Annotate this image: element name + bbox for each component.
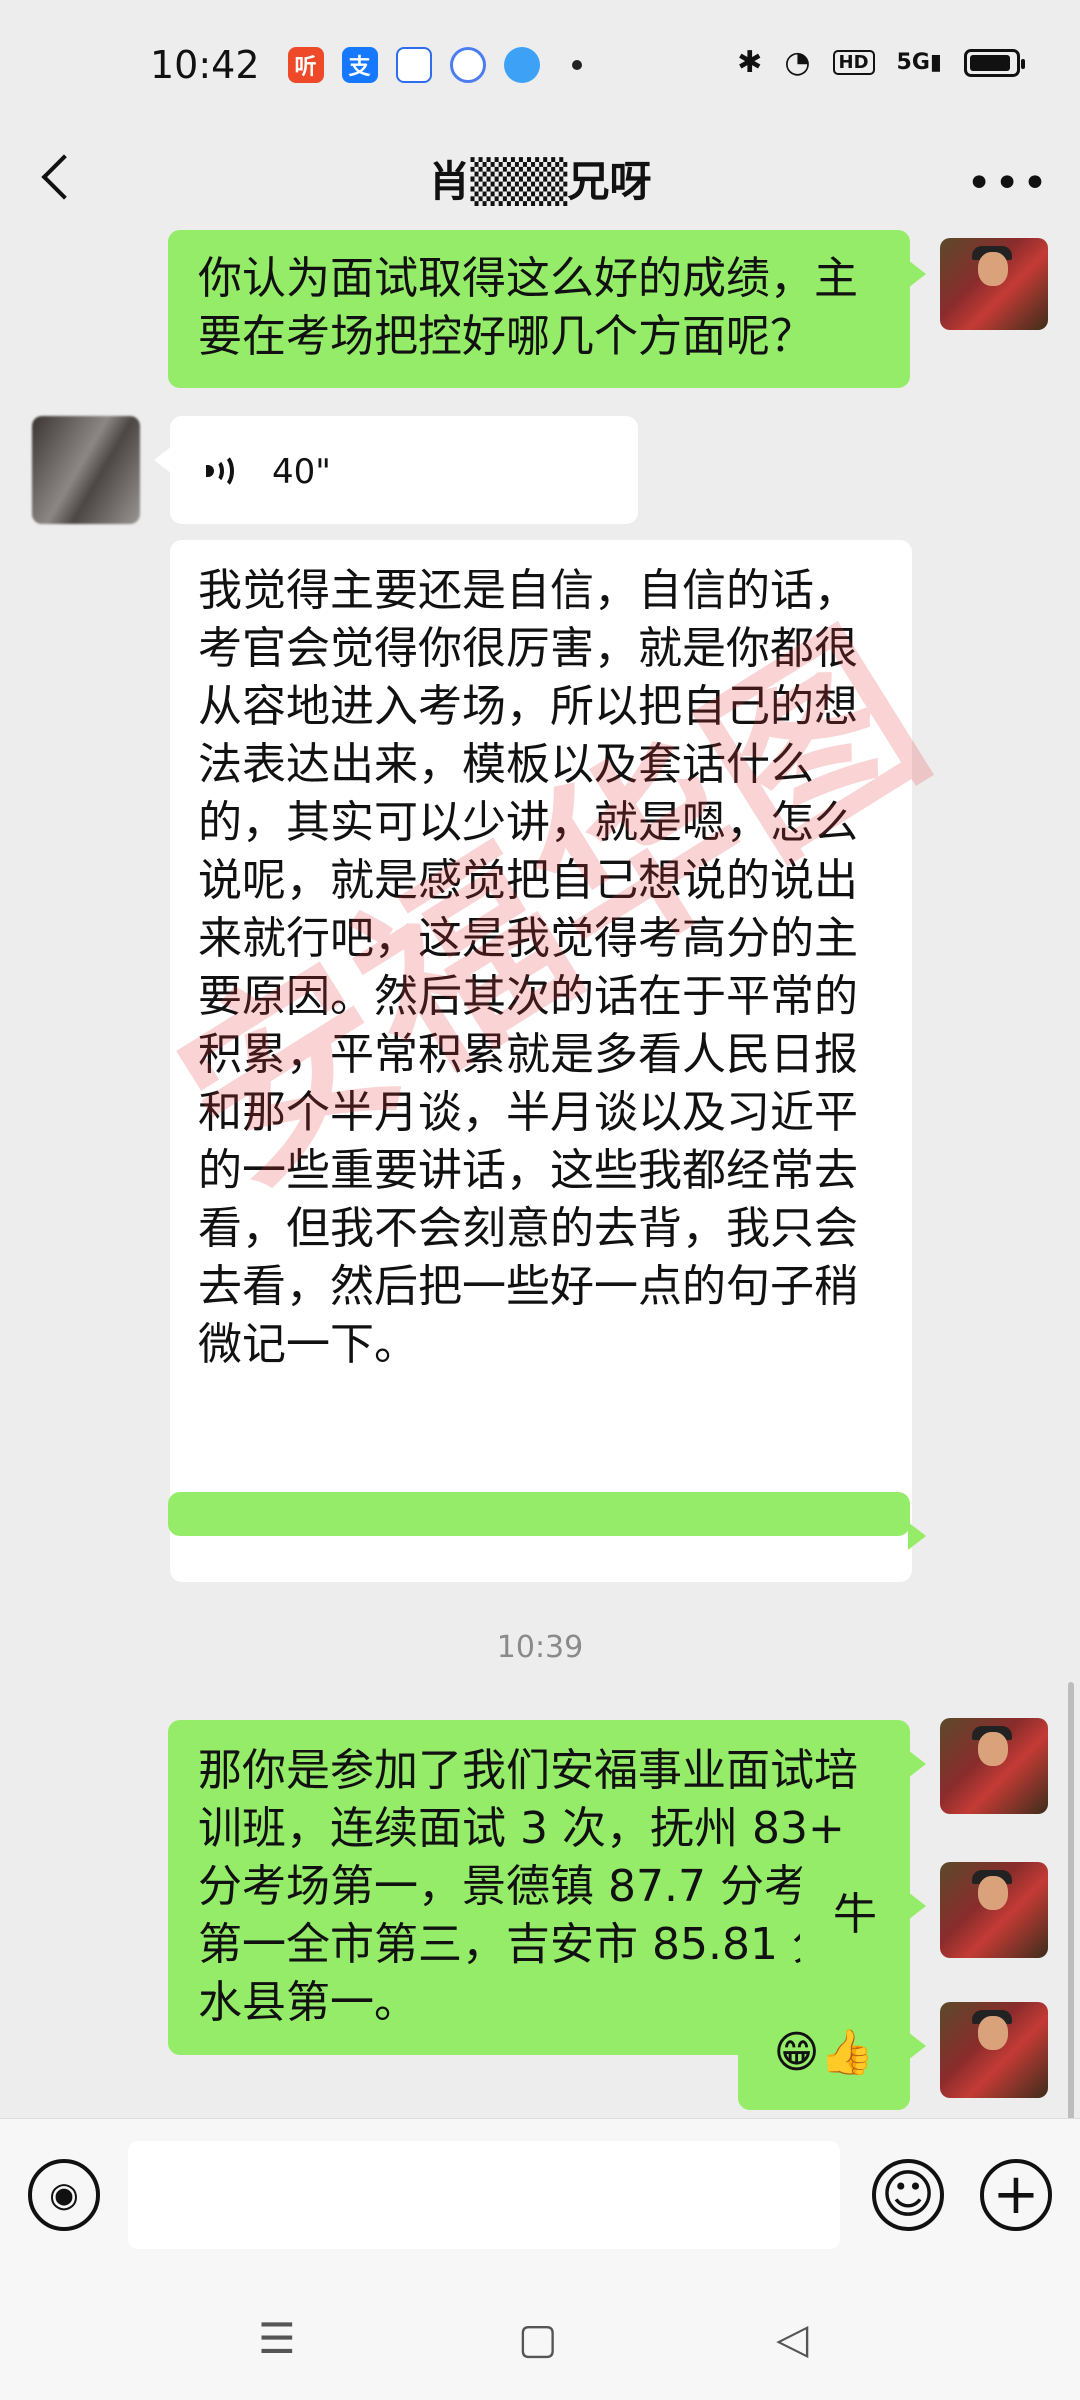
avatar-self[interactable]: [940, 1718, 1048, 1814]
chat-header: 肖▒▒▒兄呀 •••: [0, 130, 1080, 230]
input-bar: ◉ ☺ +: [0, 2118, 1080, 2278]
menu-icon[interactable]: ☰: [258, 2314, 296, 2363]
status-time: 10:42: [150, 43, 260, 87]
signal-icon: 5G▮: [896, 50, 942, 75]
avatar-self[interactable]: [940, 238, 1048, 330]
avatar-self[interactable]: [940, 2002, 1048, 2098]
avatar-self[interactable]: [940, 1862, 1048, 1958]
hd-badge: HD: [832, 50, 875, 75]
message-bubble-sent-summary[interactable]: [168, 1492, 926, 1550]
system-navigation: ☰ ▢ ◁: [0, 2278, 1080, 2400]
message-text: 那你是参加了我们安福事业面试培训班，连续面试 3 次，抚州 83+ 分考场第一，…: [198, 1745, 880, 2028]
app-icon-5: [503, 47, 540, 83]
message-input[interactable]: [128, 2141, 840, 2249]
plus-icon: +: [992, 2162, 1040, 2227]
message-timestamp: 10:39: [496, 1630, 584, 1665]
message-bubble-sent-niu[interactable]: 牛: [800, 1862, 926, 1970]
alipay-app-icon: 支: [341, 47, 378, 83]
voice-duration: 40": [272, 452, 331, 492]
more-actions-button[interactable]: +: [980, 2159, 1052, 2231]
signal-label: 5G: [896, 50, 930, 75]
notification-dot: [571, 60, 582, 70]
voice-input-button[interactable]: ◉: [28, 2159, 100, 2231]
message-bubble-sent-emoji[interactable]: 😁👍: [738, 2002, 926, 2110]
ting-app-icon: 听: [287, 47, 324, 83]
status-indicators: ✱ ◔ HD 5G▮: [737, 45, 1025, 80]
message-bubble-sent-question[interactable]: 你认为面试取得这么好的成绩，主要在考场把控好哪几个方面呢？: [168, 230, 926, 388]
home-icon[interactable]: ▢: [518, 2314, 558, 2363]
message-text: 我觉得主要还是自信，自信的话，考官会觉得你很厉害，就是你都很从容地进入考场，所以…: [198, 565, 858, 1370]
message-text: 牛: [833, 1889, 877, 1940]
battery-icon: [964, 48, 1025, 77]
wifi-icon: ◔: [784, 45, 811, 80]
more-options-button[interactable]: •••: [966, 158, 1050, 209]
app-icon-4: [449, 47, 486, 83]
bluetooth-icon: ✱: [737, 45, 763, 80]
back-nav-icon[interactable]: ◁: [776, 2314, 808, 2363]
emoji-icon: ☺: [880, 2165, 936, 2225]
message-bubble-received-text[interactable]: 我觉得主要还是自信，自信的话，考官会觉得你很厉害，就是你都很从容地进入考场，所以…: [170, 540, 912, 1582]
chat-title: 肖▒▒▒兄呀: [428, 157, 652, 206]
emoji-button[interactable]: ☺: [872, 2159, 944, 2231]
baidu-app-icon: [395, 47, 432, 83]
message-text: 你认为面试取得这么好的成绩，主要在考场把控好哪几个方面呢？: [198, 253, 858, 362]
message-emoji: 😁👍: [773, 2027, 875, 2078]
voice-message-bubble[interactable]: 40": [154, 416, 638, 524]
message-list[interactable]: 你认为面试取得这么好的成绩，主要在考场把控好哪几个方面呢？ 40" 我觉得主要还…: [0, 230, 1080, 2120]
voice-wave-icon: [200, 451, 240, 491]
voice-icon: ◉: [49, 2175, 79, 2215]
scrollbar[interactable]: [1068, 1682, 1074, 2120]
avatar-contact[interactable]: [32, 416, 140, 524]
status-bar: 10:42 听 支 ✱ ◔ HD 5G▮: [0, 0, 1080, 130]
